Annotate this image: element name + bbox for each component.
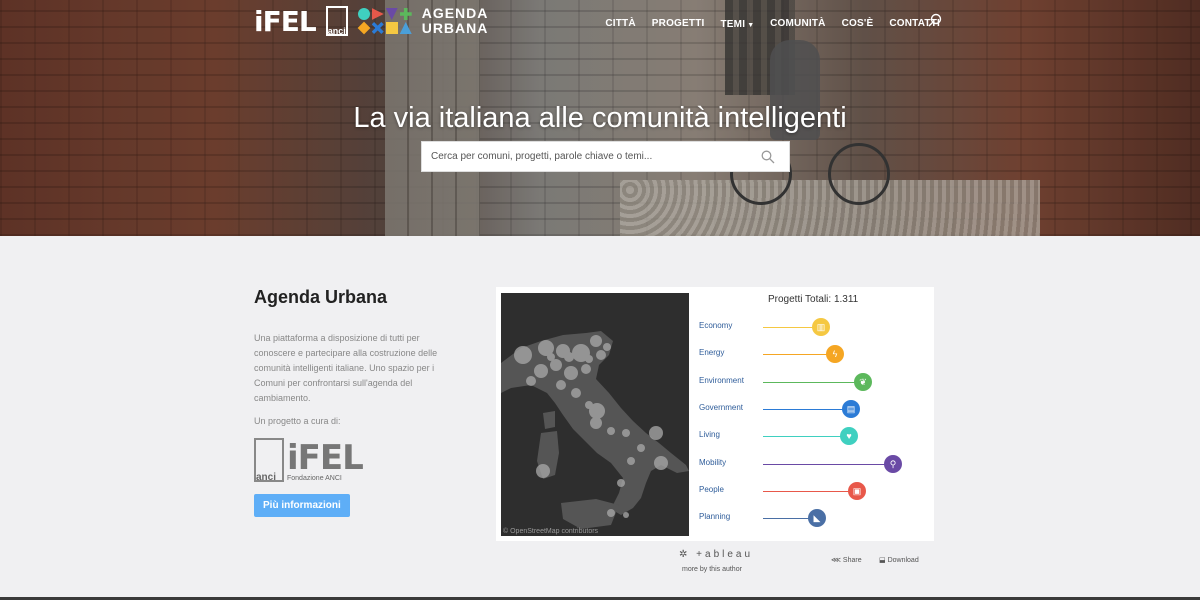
theme-bar [763,463,893,465]
theme-bar [763,354,835,356]
hero-title: La via italiana alle comunità intelligen… [353,102,847,134]
italy-map[interactable]: © OpenStreetMap contributors [501,293,689,536]
italy-map-shape [501,331,689,529]
about-title: Agenda Urbana [254,287,388,307]
theme-row-living[interactable]: Living ♥ [699,427,924,446]
more-by-author-link[interactable]: more by this author [682,566,742,573]
nav-item-temi-label[interactable]: TEMI [721,19,746,30]
tableau-logo[interactable]: ✲ +ableau [679,549,753,560]
search-icon[interactable] [761,150,775,164]
tableau-cross-icon: ✲ [679,549,691,560]
nav-item-temi[interactable]: TEMI ▼ [721,14,755,32]
theme-row-people[interactable]: People ▣ [699,481,924,500]
theme-label: Government [699,402,744,412]
share-button[interactable]: ⋘ Share [831,556,862,564]
about-description: Una piattaforma a disposizione di tutti … [254,333,438,403]
share-icon: ⋘ [831,557,841,564]
main-nav: CITTÀ PROGETTI TEMI ▼ COMUNITÀ COS'È CONT… [605,14,940,32]
ifel-subtitle: Fondazione ANCI [287,475,342,482]
gift-icon[interactable]: ▣ [848,481,866,500]
about-section: Agenda Urbana Una piattaforma a disposiz… [254,287,454,517]
tableau-toolbar: ✲ +ableau more by this author ⋘ Share ⬓ … [679,548,939,578]
theme-row-economy[interactable]: Economy ▥ [699,318,924,336]
theme-bar [763,436,849,438]
ifel-logo: iFEL [254,4,317,38]
theme-bar [763,381,863,383]
caret-down-icon: ▼ [747,22,755,29]
agenda-urbana-shapes-icon [357,8,412,35]
document-icon[interactable]: ▤ [842,399,860,418]
hero-banner: iFEL anci AGENDA URBANA CITTÀ PROGETTI TE… [0,0,1200,236]
theme-bar [763,408,851,410]
anci-town-icon: anci [254,438,284,483]
tableau-viz: © OpenStreetMap contributors Progetti To… [496,287,934,541]
download-label: Download [887,557,919,564]
theme-row-environment[interactable]: Environment ❦ [699,372,924,391]
theme-label: People [699,484,724,494]
theme-bar [763,490,857,492]
download-button[interactable]: ⬓ Download [879,556,919,564]
ruler-icon[interactable]: ◣ [808,509,826,528]
theme-label: Energy [699,348,725,358]
theme-label: Living [699,430,720,440]
total-projects: Progetti Totali: 1.311 [768,294,859,305]
share-label: Share [842,557,862,564]
bike-icon[interactable]: ⚲ [884,454,902,473]
download-icon: ⬓ [879,557,886,564]
theme-row-planning[interactable]: Planning ◣ [699,509,924,528]
agenda-urbana-title: AGENDA URBANA [421,5,489,36]
theme-label: Planning [699,512,731,522]
chart-icon[interactable]: ▥ [812,318,830,336]
more-info-button[interactable]: Più informazioni [254,494,350,517]
site-logo[interactable]: iFEL anci AGENDA URBANA [254,4,488,38]
ifel-anci-logo: anci iFEL Fondazione ANCI [254,434,454,483]
nav-item-cose[interactable]: COS'È [842,18,874,29]
ifel-wordmark: iFEL [287,438,364,478]
search-input[interactable] [422,142,742,171]
theme-label: Environment [699,375,744,385]
theme-label: Mobility [699,457,727,467]
tableau-logo-text: +ableau [696,549,754,560]
theme-label: Economy [699,321,733,330]
theme-row-energy[interactable]: Energy ϟ [699,345,924,364]
search-icon[interactable] [928,13,942,27]
theme-row-government[interactable]: Government ▤ [699,399,924,418]
leaf-icon[interactable]: ❦ [854,372,872,391]
nav-item-comunita[interactable]: COMUNITÀ [770,18,825,29]
map-attribution[interactable]: © OpenStreetMap contributors [503,528,598,535]
about-credit: Un progetto a cura di: [254,416,341,426]
lightning-icon[interactable]: ϟ [826,345,844,364]
hero-search [421,141,790,172]
nav-item-citta[interactable]: CITTÀ [605,18,635,29]
nav-item-progetti[interactable]: PROGETTI [652,18,705,29]
heart-icon[interactable]: ♥ [840,427,858,446]
anci-logo: anci [325,6,348,36]
theme-row-mobility[interactable]: Mobility ⚲ [699,454,924,473]
